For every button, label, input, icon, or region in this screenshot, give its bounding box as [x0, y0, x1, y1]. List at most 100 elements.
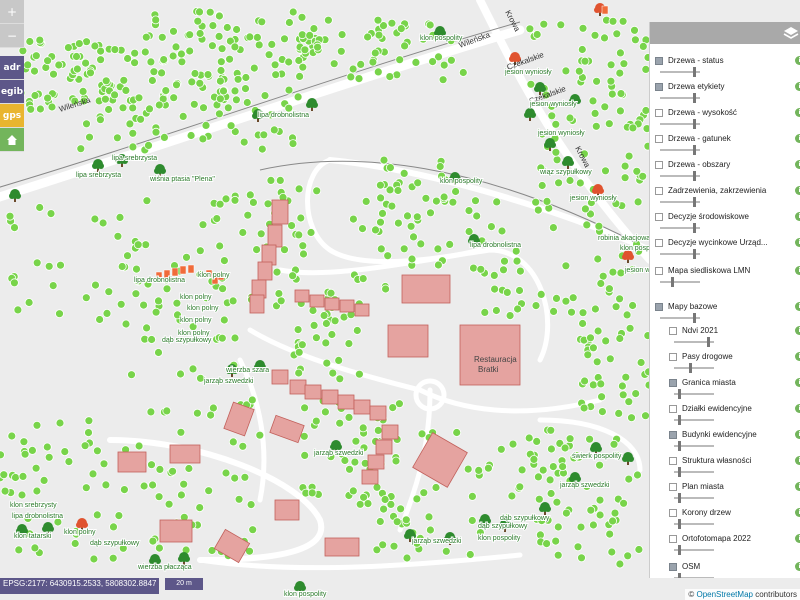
tree-point[interactable] [30, 91, 40, 100]
tree-point[interactable] [293, 325, 303, 335]
tree-point[interactable] [234, 494, 244, 504]
tree-point[interactable] [618, 390, 628, 400]
tree-point[interactable] [433, 260, 443, 270]
tree-point[interactable] [451, 187, 461, 196]
tree-point[interactable] [425, 20, 435, 30]
tree-point[interactable] [387, 201, 397, 211]
tree-point[interactable] [588, 380, 598, 390]
tree-point[interactable] [55, 309, 64, 319]
tree-point[interactable] [542, 539, 551, 548]
tree-point[interactable] [17, 490, 27, 500]
tree-point[interactable] [337, 30, 347, 39]
opacity-slider[interactable] [674, 337, 714, 347]
tree-point[interactable] [241, 84, 250, 93]
tree-point[interactable] [467, 516, 477, 525]
tree-point[interactable] [531, 301, 541, 311]
tree-point[interactable] [567, 307, 576, 317]
tree-point[interactable] [611, 302, 621, 312]
tree-point[interactable] [20, 449, 30, 459]
tree-point[interactable] [80, 441, 90, 451]
building[interactable] [267, 224, 283, 248]
tree-point[interactable] [340, 456, 350, 465]
info-icon[interactable]: i [795, 456, 800, 465]
tree-point[interactable] [591, 304, 600, 314]
tree-point[interactable] [330, 316, 340, 326]
tree-point[interactable] [116, 299, 126, 309]
building[interactable] [361, 469, 379, 485]
layer-checkbox[interactable] [655, 187, 663, 195]
tree-point[interactable] [104, 287, 114, 297]
tree-point[interactable] [328, 368, 338, 378]
tree-point[interactable] [595, 460, 604, 470]
tree-point[interactable] [74, 39, 84, 48]
tree-point[interactable] [597, 392, 606, 402]
layer-checkbox[interactable] [655, 267, 663, 275]
tree-point[interactable] [0, 450, 5, 460]
tree-point[interactable] [489, 270, 499, 280]
tree-point[interactable] [267, 40, 277, 49]
tree-point[interactable] [580, 376, 589, 386]
tree-point[interactable] [334, 355, 344, 365]
tree-point[interactable] [192, 408, 202, 418]
tree-point[interactable] [532, 436, 542, 446]
tree-point[interactable] [627, 413, 636, 423]
tree-point[interactable] [36, 104, 45, 114]
tree-point[interactable] [98, 218, 108, 228]
layer-checkbox[interactable] [655, 135, 663, 143]
tree-point[interactable] [352, 326, 362, 335]
tree-point[interactable] [378, 208, 387, 218]
tree-point[interactable] [392, 517, 402, 527]
tree-point[interactable] [154, 492, 164, 502]
tree-point[interactable] [586, 505, 596, 515]
tree-point[interactable] [271, 70, 281, 80]
slider-knob[interactable] [693, 313, 697, 323]
tree-point[interactable] [500, 256, 509, 266]
tree-point[interactable] [115, 212, 125, 222]
tree-point[interactable] [529, 454, 539, 464]
tree-point[interactable] [306, 228, 316, 237]
tree-point[interactable] [184, 464, 194, 473]
tree-point[interactable] [275, 175, 285, 185]
tree-point[interactable] [581, 204, 590, 214]
opacity-slider[interactable] [674, 467, 714, 477]
tree-point[interactable] [395, 55, 405, 65]
tree-point[interactable] [412, 212, 422, 222]
tree-point[interactable] [389, 541, 399, 551]
tree-point[interactable] [358, 224, 367, 234]
tree-point[interactable] [198, 220, 208, 230]
tree-point[interactable] [240, 472, 250, 482]
tree-point[interactable] [329, 59, 339, 69]
tree-point[interactable] [607, 547, 617, 557]
tree-point[interactable] [307, 488, 317, 498]
building[interactable] [324, 297, 340, 311]
tree-point[interactable] [293, 92, 303, 102]
tree-point[interactable] [288, 271, 298, 281]
tree-point[interactable] [294, 230, 304, 240]
tree-point[interactable] [188, 364, 198, 374]
tree-point[interactable] [154, 348, 163, 357]
tree-point[interactable] [81, 58, 90, 68]
tree-point[interactable] [376, 244, 386, 254]
layers-icon[interactable] [783, 25, 799, 41]
tree-point[interactable] [113, 231, 123, 241]
tree-point[interactable] [547, 444, 556, 454]
tree-point[interactable] [243, 210, 253, 220]
tree-point[interactable] [127, 370, 136, 380]
tree-point[interactable] [84, 428, 93, 438]
tree-point[interactable] [82, 37, 91, 47]
tree-point[interactable] [257, 144, 267, 154]
tree-point[interactable] [146, 407, 156, 417]
tree-point[interactable] [416, 239, 426, 249]
tree-point[interactable] [515, 286, 524, 295]
tree-point[interactable] [85, 132, 94, 142]
slider-knob[interactable] [693, 171, 697, 181]
tree-point[interactable] [620, 173, 630, 183]
info-icon[interactable]: i [795, 430, 800, 439]
tree-point[interactable] [582, 220, 592, 230]
tree-point[interactable] [574, 66, 584, 76]
tree-point[interactable] [241, 73, 251, 82]
tree-point[interactable] [380, 495, 390, 504]
tree-point[interactable] [182, 252, 191, 262]
tree-point[interactable] [526, 79, 536, 89]
tree-point[interactable] [218, 284, 228, 294]
